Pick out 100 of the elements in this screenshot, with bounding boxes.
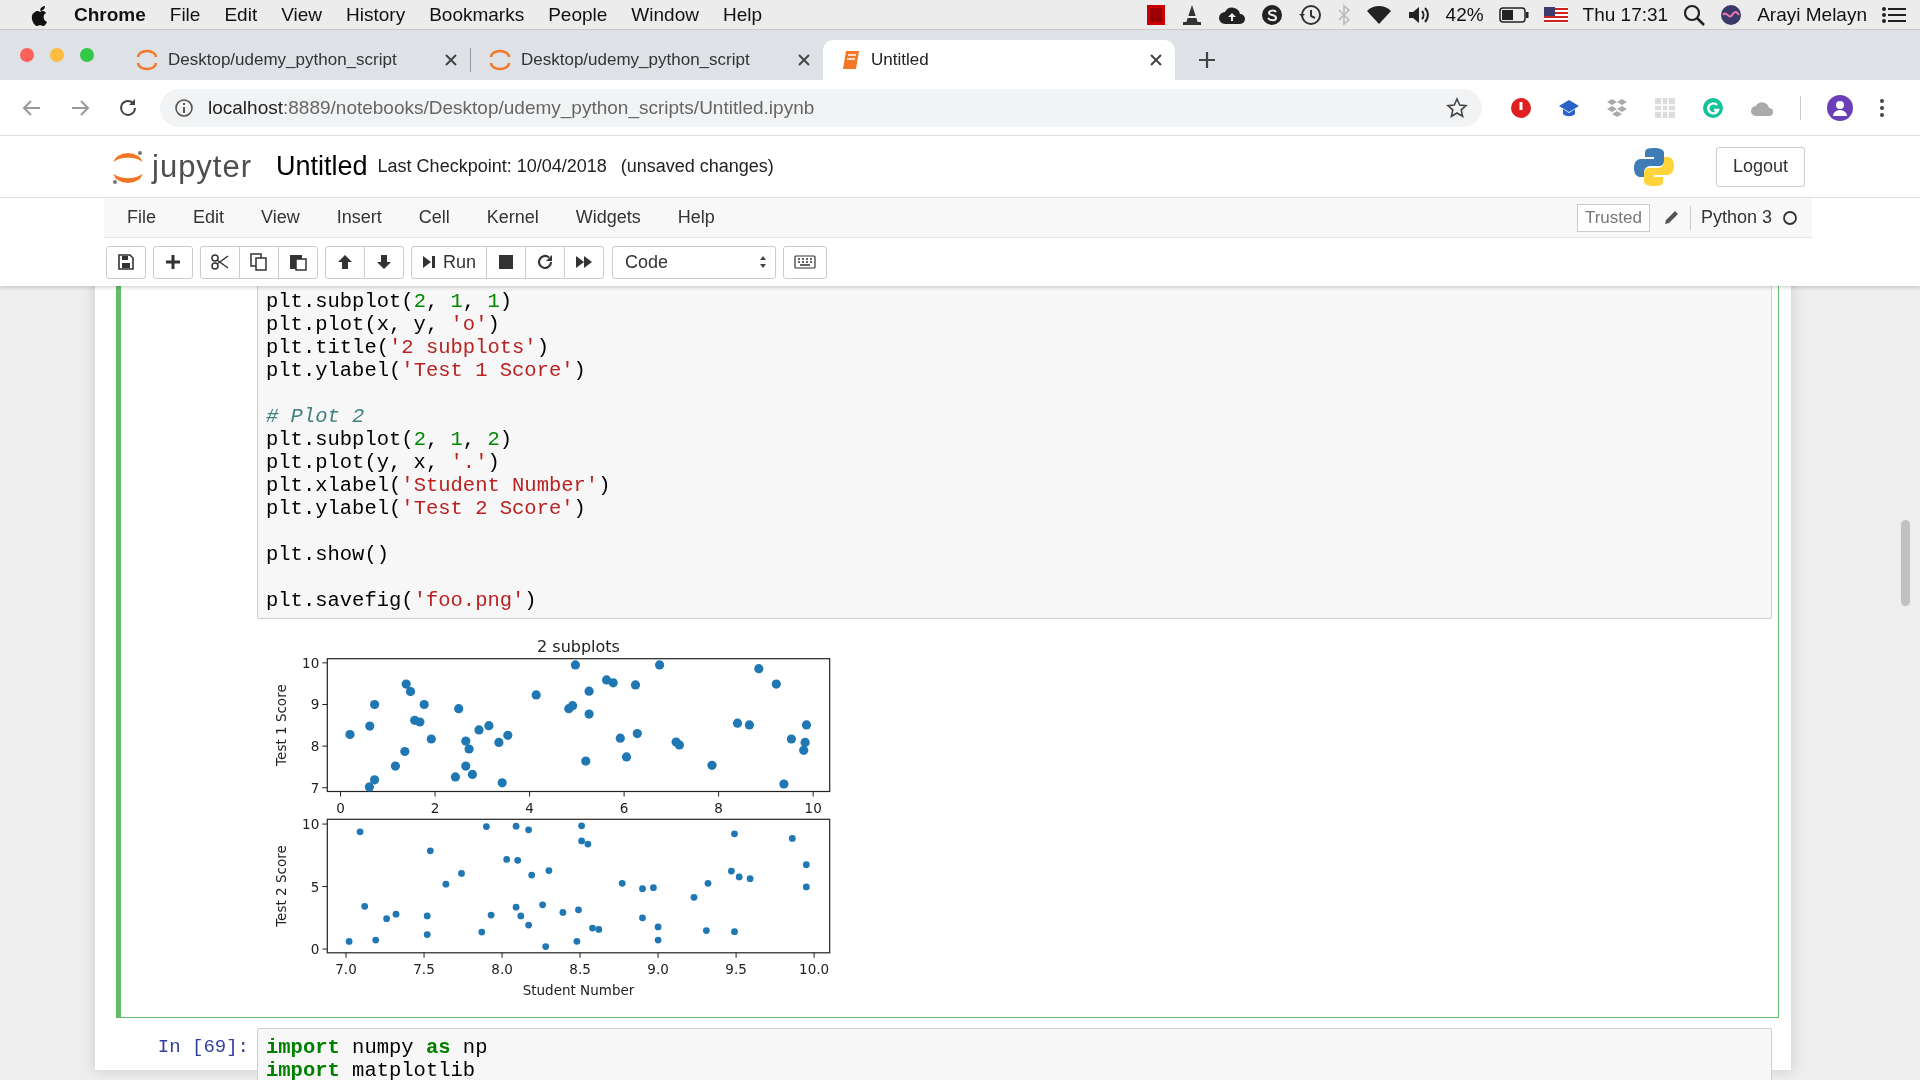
- insert-cell-button[interactable]: [153, 245, 193, 279]
- tick-label: 4: [525, 799, 534, 816]
- stop-button[interactable]: [486, 245, 527, 279]
- menu-item[interactable]: File: [114, 207, 180, 228]
- cell-type-select[interactable]: Code: [612, 245, 777, 279]
- apple-icon[interactable]: [30, 3, 50, 26]
- keyboard-button[interactable]: [783, 245, 828, 279]
- data-point: [372, 936, 380, 944]
- code-editor[interactable]: import numpy as np import matplotlib: [257, 1028, 1772, 1080]
- move-up-button[interactable]: [325, 245, 365, 279]
- restart-button[interactable]: [525, 245, 566, 279]
- menu-item[interactable]: Edit: [180, 207, 249, 228]
- data-point: [454, 704, 464, 714]
- menu-item[interactable]: Help: [710, 3, 774, 26]
- menu-item[interactable]: Edit: [212, 3, 270, 26]
- tick-mark: [813, 952, 815, 959]
- browser-tab[interactable]: Desktop/udemy_python_script: [118, 40, 470, 80]
- star-icon[interactable]: [1446, 96, 1468, 119]
- jupyter-favicon-icon: [136, 49, 158, 71]
- data-point: [392, 910, 400, 918]
- close-tab-icon[interactable]: [444, 53, 458, 67]
- data-point: [542, 943, 550, 950]
- data-point: [531, 690, 541, 700]
- app-menu[interactable]: Chrome: [62, 3, 158, 26]
- menu-item[interactable]: Bookmarks: [417, 3, 537, 26]
- copy-button[interactable]: [239, 245, 279, 279]
- code-line: import numpy as np: [266, 1036, 489, 1059]
- more-menu-icon[interactable]: [1879, 97, 1885, 118]
- menu-item[interactable]: History: [334, 3, 418, 26]
- cone-icon[interactable]: [1180, 3, 1203, 26]
- reload-icon[interactable]: [118, 97, 138, 118]
- data-point: [494, 737, 504, 747]
- data-point: [464, 744, 474, 754]
- data-point: [703, 927, 710, 934]
- menu-item[interactable]: Kernel: [473, 207, 563, 228]
- forward-icon[interactable]: [70, 97, 90, 118]
- menu-item[interactable]: People: [536, 3, 620, 26]
- menu-item[interactable]: Window: [619, 3, 711, 26]
- wifi-icon[interactable]: [1365, 4, 1392, 25]
- paste-button[interactable]: [278, 245, 318, 279]
- scrollbar-thumb[interactable]: [1901, 520, 1910, 606]
- logout-button[interactable]: Logout: [1715, 146, 1805, 187]
- tick-mark: [623, 791, 625, 797]
- code-cell[interactable]: [116, 286, 1779, 1018]
- code-line: plt.savefig('foo.png'): [266, 589, 538, 612]
- data-point: [365, 721, 375, 731]
- menu-item[interactable]: View: [248, 207, 324, 228]
- volume-icon[interactable]: [1406, 4, 1431, 25]
- data-point: [639, 885, 646, 893]
- siri-icon[interactable]: [1720, 3, 1743, 26]
- menu-item[interactable]: View: [269, 3, 334, 26]
- stop-icon: [499, 255, 514, 269]
- search-icon[interactable]: [1683, 3, 1706, 26]
- data-point: [788, 835, 796, 842]
- tick-label: 0: [310, 941, 320, 958]
- close-tab-icon[interactable]: [797, 53, 811, 67]
- profile-avatar-icon[interactable]: [1827, 94, 1853, 121]
- move-down-button[interactable]: [364, 245, 404, 279]
- graduation-cap-icon[interactable]: [1558, 97, 1580, 118]
- cut-button[interactable]: [200, 245, 240, 279]
- browser-tab[interactable]: Untitled: [823, 40, 1175, 80]
- close-tab-icon[interactable]: [1149, 53, 1163, 67]
- jupyter-favicon-icon: [489, 49, 511, 71]
- flag-icon[interactable]: [1543, 6, 1568, 23]
- code-cell[interactable]: In [69]: import numpy as np import matplotlib: [116, 1022, 1779, 1080]
- browser-tab[interactable]: Desktop/udemy_python_script: [471, 40, 823, 80]
- user-name[interactable]: Arayi Melayn: [1757, 3, 1867, 26]
- notebook-name[interactable]: Untitled: [276, 151, 368, 182]
- trusted-indicator[interactable]: Trusted: [1576, 203, 1650, 232]
- menu-item[interactable]: Help: [664, 207, 739, 228]
- menu-item[interactable]: Insert: [323, 207, 406, 228]
- data-point: [779, 779, 789, 789]
- menu-item[interactable]: Cell: [405, 207, 474, 228]
- tick-label: 10.0: [799, 960, 830, 977]
- list-icon[interactable]: [1882, 5, 1906, 24]
- keyboard-icon: [794, 255, 817, 269]
- menu-item[interactable]: File: [157, 3, 213, 26]
- data-point: [732, 718, 743, 728]
- new-tab-icon[interactable]: [1197, 50, 1217, 70]
- battery-icon[interactable]: [1498, 6, 1529, 23]
- data-point: [746, 875, 754, 883]
- paste-icon: [289, 253, 307, 271]
- axis-label: Test 1 Score: [273, 684, 289, 766]
- tick-label: 7.5: [413, 960, 435, 977]
- tick-label: 8.0: [491, 960, 513, 977]
- save-button[interactable]: [106, 245, 146, 279]
- data-point: [442, 880, 450, 888]
- shield-icon[interactable]: [1510, 96, 1532, 119]
- menu-item[interactable]: Widgets: [562, 207, 665, 228]
- run-all-button[interactable]: [564, 245, 605, 279]
- skype-icon[interactable]: [1260, 3, 1283, 26]
- back-icon[interactable]: [22, 97, 42, 118]
- data-point: [545, 867, 553, 874]
- history-icon[interactable]: [1297, 3, 1322, 26]
- run-button[interactable]: Run: [411, 245, 488, 279]
- kernel-idle-icon: [1782, 209, 1798, 226]
- tick-mark: [321, 745, 328, 747]
- logo-text: jupyter: [152, 148, 253, 185]
- data-point: [584, 686, 594, 696]
- code-line: plt.xlabel('Student Number'): [266, 474, 612, 497]
